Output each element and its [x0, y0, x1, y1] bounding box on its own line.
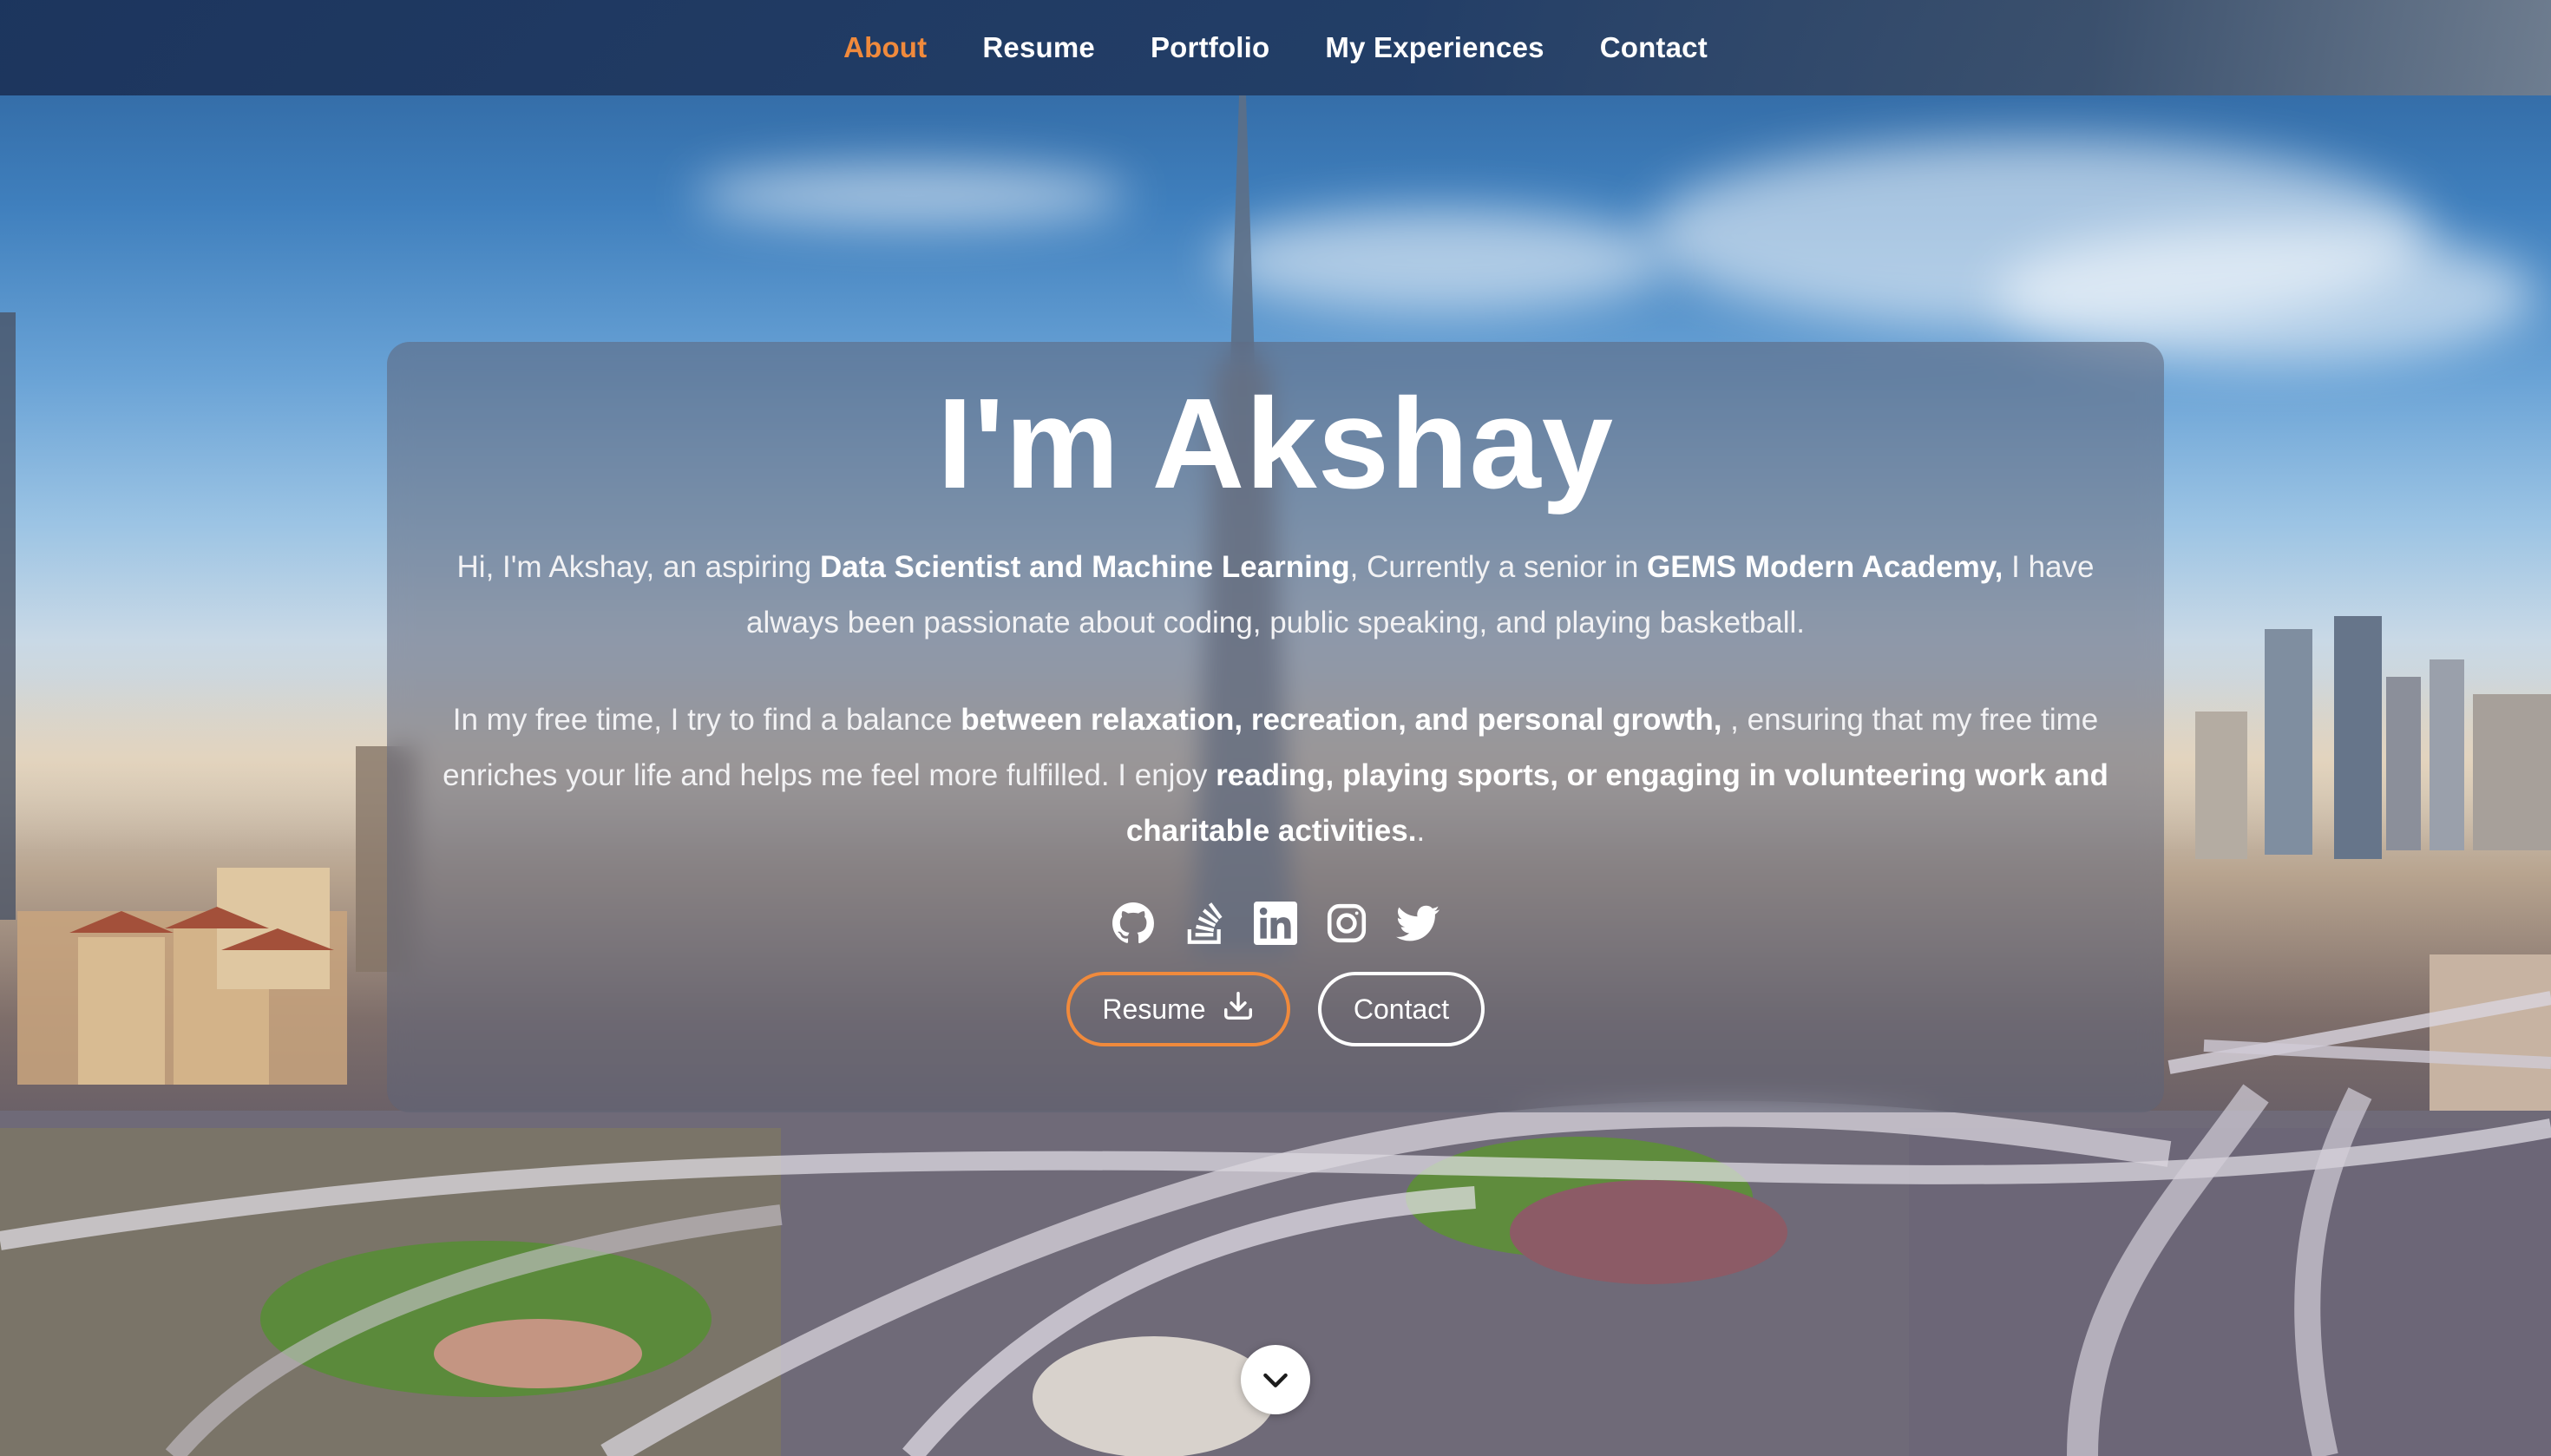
nav-link-resume[interactable]: Resume — [982, 31, 1095, 64]
linkedin-icon[interactable] — [1253, 901, 1298, 946]
free-time-text-3: . — [1416, 814, 1426, 848]
instagram-icon[interactable] — [1324, 901, 1369, 946]
hero-buttons: Resume Contact — [436, 972, 2115, 1046]
free-time-bold-1: between relaxation, recreation, and pers… — [961, 703, 1722, 737]
contact-button-label: Contact — [1353, 993, 1450, 1025]
intro-text-2: , Currently a senior in — [1349, 550, 1648, 584]
resume-download-button[interactable]: Resume — [1066, 972, 1290, 1046]
stackoverflow-icon[interactable] — [1182, 901, 1227, 946]
nav-link-about[interactable]: About — [843, 31, 927, 64]
free-time-paragraph: In my free time, I try to find a balance… — [436, 692, 2115, 859]
nav-link-contact[interactable]: Contact — [1600, 31, 1708, 64]
intro-text-1: Hi, I'm Akshay, an aspiring — [456, 550, 820, 584]
twitter-icon[interactable] — [1395, 901, 1440, 946]
free-time-bold-2: reading, playing sports, or engaging in … — [1125, 758, 2108, 848]
hero-title: I'm Akshay — [936, 372, 1615, 515]
download-icon — [1222, 989, 1255, 1029]
intro-bold-1: Data Scientist and Machine Learning — [819, 550, 1350, 584]
nav-link-my-experiences[interactable]: My Experiences — [1325, 31, 1544, 64]
github-icon[interactable] — [1111, 901, 1156, 946]
social-links — [436, 901, 2115, 946]
hero-card: I'm Akshay Hi, I'm Akshay, an aspiring D… — [387, 342, 2164, 1112]
free-time-text-1: In my free time, I try to find a balance — [452, 703, 961, 737]
scroll-down-button[interactable] — [1241, 1345, 1310, 1414]
nav-link-portfolio[interactable]: Portfolio — [1151, 31, 1269, 64]
chevron-down-icon — [1258, 1362, 1293, 1397]
page: About Resume Portfolio My Experiences Co… — [0, 0, 2551, 1456]
intro-paragraph: Hi, I'm Akshay, an aspiring Data Scienti… — [436, 540, 2115, 651]
resume-button-label: Resume — [1102, 993, 1206, 1025]
top-navbar: About Resume Portfolio My Experiences Co… — [0, 0, 2551, 95]
intro-bold-2: GEMS Modern Academy, — [1647, 550, 2003, 584]
contact-button[interactable]: Contact — [1318, 972, 1485, 1046]
